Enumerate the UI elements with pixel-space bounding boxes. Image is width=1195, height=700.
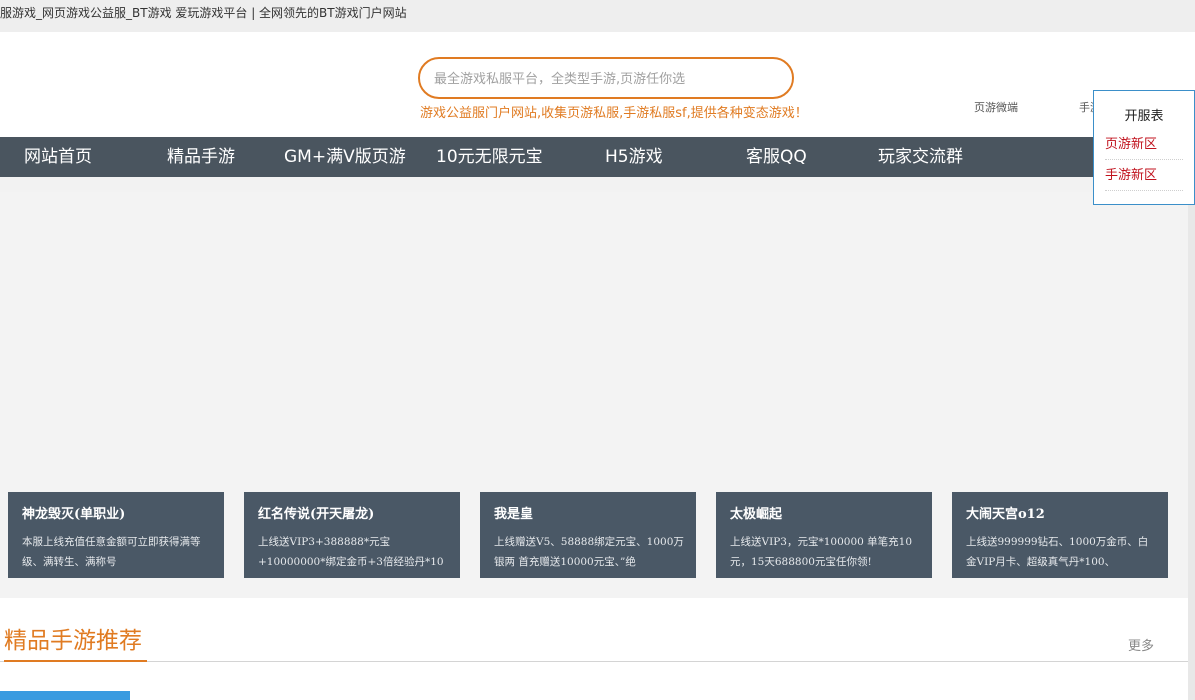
scrollbar-track[interactable] <box>1188 177 1195 700</box>
search-box[interactable] <box>418 57 794 99</box>
popup-title: 开服表 <box>1124 109 1164 124</box>
game-card[interactable]: 神龙毁灭(单职业) 本服上线充值任意金额可立即获得满等级、满转生、满称号 <box>8 492 224 578</box>
game-card-desc: 上线送VIP3，元宝*100000 单笔充10元，15天688800元宝任你领! <box>730 536 913 568</box>
game-card-desc: 本服上线充值任意金额可立即获得满等级、满转生、满称号 <box>22 536 201 568</box>
game-card-desc: 上线送VIP3+388888*元宝+10000000*绑定金币+3倍经验丹*10 <box>258 536 444 568</box>
game-card-title: 神龙毁灭(单职业) <box>22 507 126 522</box>
section-title-underline <box>4 660 147 662</box>
nav-item-mobile-games[interactable]: 精品手游 <box>167 137 235 177</box>
nav-item-service-qq[interactable]: 客服QQ <box>746 137 807 177</box>
header-link-web-client[interactable]: 页游微端 <box>974 99 1018 115</box>
category-tab[interactable] <box>0 691 130 700</box>
game-card[interactable]: 大闹天宫o12 上线送999999钻石、1000万金币、白金VIP月卡、超级真气… <box>952 492 1168 578</box>
divider-strip <box>0 177 1195 192</box>
site-title-text: 服游戏_网页游戏公益服_BT游戏 爱玩游戏平台 | 全网领先的BT游戏门户网站 <box>0 6 407 20</box>
game-card[interactable]: 红名传说(开天屠龙) 上线送VIP3+388888*元宝+10000000*绑定… <box>244 492 460 578</box>
game-card-title: 红名传说(开天屠龙) <box>258 507 375 522</box>
section-header: 精品手游推荐 更多 <box>0 598 1188 700</box>
game-card-title: 太极崛起 <box>730 507 783 522</box>
search-input[interactable] <box>434 70 774 88</box>
game-card[interactable]: 太极崛起 上线送VIP3，元宝*100000 单笔充10元，15天688800元… <box>716 492 932 578</box>
site-slogan: 游戏公益服门户网站,收集页游私服,手游私服sf,提供各种变态游戏！ <box>420 106 808 121</box>
section-divider <box>0 661 1188 662</box>
nav-item-player-group[interactable]: 玩家交流群 <box>878 137 963 177</box>
main-nav: 网站首页 精品手游 GM+满V版页游 10元无限元宝 H5游戏 客服QQ 玩家交… <box>0 137 1195 177</box>
nav-item-gm-webgames[interactable]: GM+满V版页游 <box>284 137 406 177</box>
section-title: 精品手游推荐 <box>4 628 142 654</box>
game-card-desc: 上线送999999钻石、1000万金币、白金VIP月卡、超级真气丹*100、 <box>966 536 1149 568</box>
top-bar: 服游戏_网页游戏公益服_BT游戏 爱玩游戏平台 | 全网领先的BT游戏门户网站 <box>0 0 1195 32</box>
popup-link-webgame-new[interactable]: 页游新区 <box>1105 130 1183 160</box>
game-card[interactable]: 我是皇 上线赠送V5、58888绑定元宝、1000万银两 首充赠送10000元宝… <box>480 492 696 578</box>
header: 游戏公益服门户网站,收集页游私服,手游私服sf,提供各种变态游戏！ 页游微端 手… <box>0 32 1195 137</box>
nav-item-h5-games[interactable]: H5游戏 <box>605 137 663 177</box>
popup-link-mobile-new[interactable]: 手游新区 <box>1105 161 1183 191</box>
server-list-popup: 开服表 页游新区 手游新区 <box>1093 90 1195 205</box>
nav-item-home[interactable]: 网站首页 <box>24 137 92 177</box>
more-link[interactable]: 更多 <box>1128 635 1154 654</box>
banner-area: 神龙毁灭(单职业) 本服上线充值任意金额可立即获得满等级、满转生、满称号 红名传… <box>0 192 1188 598</box>
nav-item-10yuan[interactable]: 10元无限元宝 <box>436 137 543 177</box>
game-card-title: 大闹天宫o12 <box>966 507 1045 522</box>
game-card-title: 我是皇 <box>494 507 534 522</box>
game-card-desc: 上线赠送V5、58888绑定元宝、1000万银两 首充赠送10000元宝、”绝 <box>494 536 684 568</box>
